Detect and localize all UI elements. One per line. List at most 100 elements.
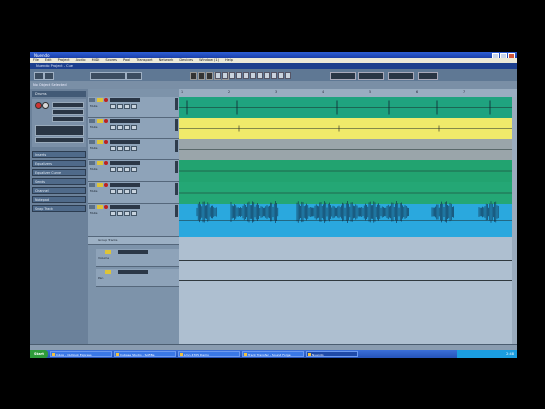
quantize-select[interactable] <box>388 72 414 80</box>
activate-project-button[interactable] <box>34 72 44 80</box>
range-select-tool-icon[interactable] <box>222 72 228 79</box>
track-small-button[interactable] <box>124 146 130 151</box>
track-name-field[interactable] <box>110 119 140 123</box>
track-header[interactable]: Mute <box>88 139 179 160</box>
mute-button[interactable] <box>97 183 103 187</box>
volume-field[interactable] <box>52 102 84 108</box>
folder-track-header[interactable]: Group Tracks <box>88 237 179 245</box>
mute-button[interactable] <box>105 250 111 254</box>
zoom-tool-icon[interactable] <box>250 72 256 79</box>
track-name-field[interactable] <box>110 183 140 187</box>
track-small-button[interactable] <box>124 189 130 194</box>
mute-button[interactable] <box>97 161 103 165</box>
inspector-section[interactable]: Inserts <box>32 151 86 158</box>
record-enable-icon[interactable] <box>104 140 108 144</box>
mute-button[interactable] <box>97 205 103 209</box>
track-small-button[interactable] <box>110 125 116 130</box>
rewind-button[interactable] <box>190 72 197 80</box>
track-name-field[interactable] <box>110 205 140 209</box>
automation-parameter-field[interactable] <box>118 270 148 274</box>
edit-mode-select[interactable] <box>90 72 126 80</box>
record-enable-icon[interactable] <box>104 98 108 102</box>
mute-button[interactable] <box>97 140 103 144</box>
taskbar-button[interactable]: Nuendo <box>306 351 358 357</box>
track-name-field[interactable] <box>110 161 140 165</box>
track-small-button[interactable] <box>131 146 137 151</box>
inspector-section[interactable]: Equalizers <box>32 160 86 167</box>
start-button[interactable]: Start <box>30 350 48 358</box>
mute-button[interactable] <box>105 270 111 274</box>
track-small-button[interactable] <box>117 125 123 130</box>
track-small-button[interactable] <box>110 211 116 216</box>
erase-tool-icon[interactable] <box>243 72 249 79</box>
automation-track-header[interactable]: Volume <box>96 249 179 267</box>
track-header[interactable]: Mute <box>88 204 179 237</box>
track-small-button[interactable] <box>131 125 137 130</box>
record-enable-icon[interactable] <box>104 183 108 187</box>
automation-track-header[interactable]: Pan <box>96 269 179 287</box>
track-small-button[interactable] <box>131 167 137 172</box>
inspector-track-header[interactable]: Drums <box>32 91 86 97</box>
snap-select[interactable] <box>330 72 356 80</box>
object-select-tool-icon[interactable] <box>215 72 221 79</box>
track-small-button[interactable] <box>110 104 116 109</box>
glue-tool-icon[interactable] <box>236 72 242 79</box>
track-small-button[interactable] <box>131 211 137 216</box>
track-small-button[interactable] <box>110 189 116 194</box>
mute-button[interactable] <box>97 98 103 102</box>
mute-button[interactable] <box>97 119 103 123</box>
draw-tool-icon[interactable] <box>271 72 277 79</box>
inspector-section[interactable]: Sends <box>32 178 86 185</box>
inspector-section[interactable]: Notepad <box>32 196 86 203</box>
track-name-field[interactable] <box>110 98 140 102</box>
track-small-button[interactable] <box>110 146 116 151</box>
timewarp-tool-icon[interactable] <box>264 72 270 79</box>
monitor-icon[interactable] <box>42 102 49 109</box>
event-display[interactable] <box>179 97 517 344</box>
track-small-button[interactable] <box>117 167 123 172</box>
taskbar-button[interactable]: Track Transfer - Sound Forge <box>242 351 304 357</box>
pan-field[interactable] <box>52 109 84 115</box>
color-select[interactable] <box>418 72 438 80</box>
inspector-section[interactable]: Snap Track <box>32 205 86 212</box>
track-small-button[interactable] <box>110 167 116 172</box>
taskbar-button[interactable]: Lmn 4705 Demo <box>178 351 240 357</box>
stop-button[interactable] <box>206 72 213 80</box>
vertical-scrollbar[interactable] <box>512 97 517 344</box>
play-tool-icon[interactable] <box>278 72 284 79</box>
track-small-button[interactable] <box>124 125 130 130</box>
track-small-button[interactable] <box>124 211 130 216</box>
track-small-button[interactable] <box>131 104 137 109</box>
input-routing-field[interactable] <box>35 125 84 136</box>
track-small-button[interactable] <box>124 104 130 109</box>
output-routing-field[interactable] <box>35 137 84 143</box>
delay-field[interactable] <box>52 116 84 122</box>
track-header[interactable]: Mute <box>88 160 179 182</box>
track-name-field[interactable] <box>110 140 140 144</box>
record-enable-icon[interactable] <box>104 161 108 165</box>
track-small-button[interactable] <box>131 189 137 194</box>
record-enable-icon[interactable] <box>104 205 108 209</box>
track-header[interactable]: Mute <box>88 182 179 204</box>
forward-button[interactable] <box>198 72 205 80</box>
track-small-button[interactable] <box>124 167 130 172</box>
track-small-button[interactable] <box>117 211 123 216</box>
track-header[interactable]: Mute <box>88 118 179 139</box>
autoscroll-select[interactable] <box>126 72 142 80</box>
inspector-section[interactable]: Channel <box>32 187 86 194</box>
track-header[interactable]: Mute <box>88 97 179 118</box>
automation-parameter-field[interactable] <box>118 250 148 254</box>
record-enable-icon[interactable] <box>35 102 42 109</box>
mute-tool-icon[interactable] <box>257 72 263 79</box>
inspector-section[interactable]: Equalizer Curve <box>32 169 86 176</box>
track-small-button[interactable] <box>117 146 123 151</box>
taskbar-button[interactable]: Inbox - Outlook Express <box>50 351 112 357</box>
scrub-tool-icon[interactable] <box>285 72 291 79</box>
record-enable-icon[interactable] <box>104 119 108 123</box>
grid-select[interactable] <box>358 72 384 80</box>
constrain-delay-button[interactable] <box>44 72 54 80</box>
split-tool-icon[interactable] <box>229 72 235 79</box>
track-small-button[interactable] <box>117 189 123 194</box>
taskbar-button[interactable]: Cubase Studio - SoftBe <box>114 351 176 357</box>
track-small-button[interactable] <box>117 104 123 109</box>
